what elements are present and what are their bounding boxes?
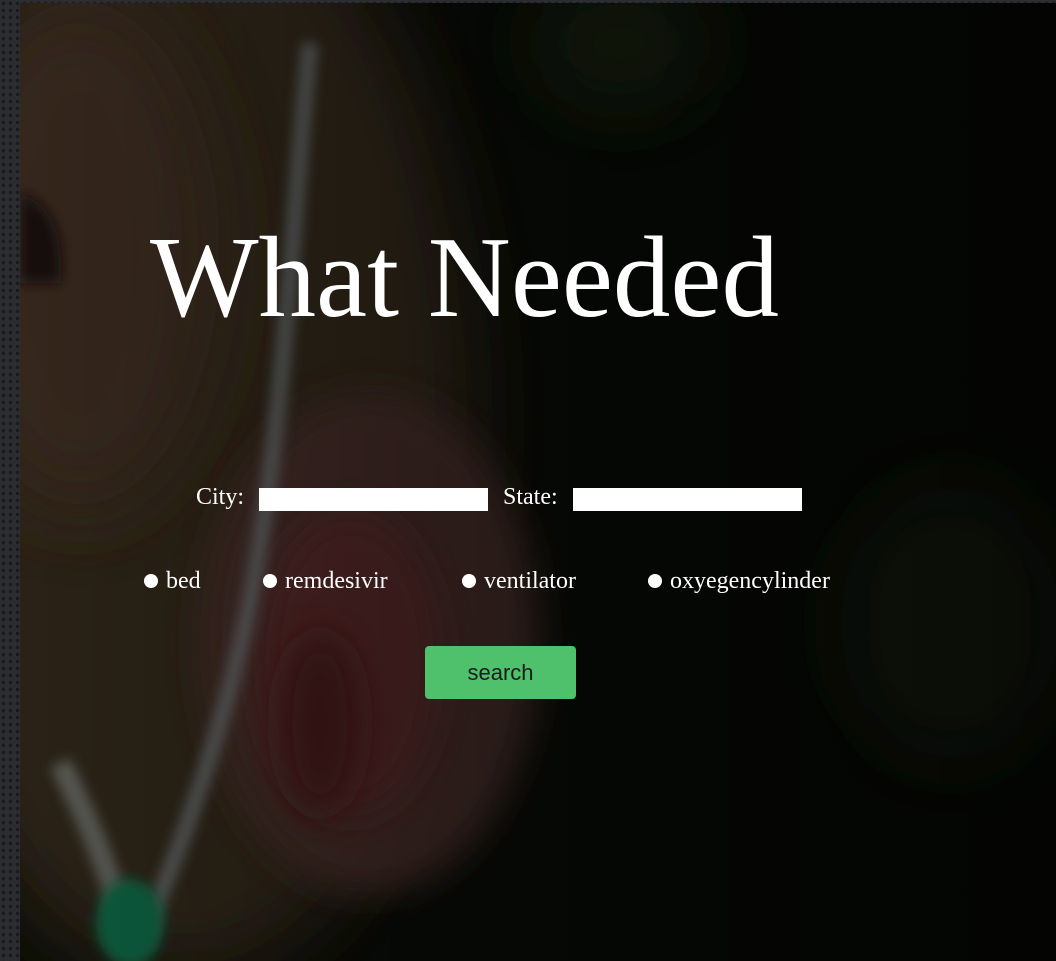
radio-button[interactable] <box>263 574 277 588</box>
radio-button[interactable] <box>462 574 476 588</box>
radio-button[interactable] <box>144 574 158 588</box>
state-label: State: <box>503 484 558 510</box>
resource-options: bed remdesivir ventilator oxyegencylinde… <box>20 566 1056 596</box>
option-label: ventilator <box>484 567 576 594</box>
hero-panel: What Needed City: State: bed remdesivir … <box>20 3 1056 961</box>
search-button[interactable]: search <box>425 646 576 699</box>
radio-button[interactable] <box>648 574 662 588</box>
city-label: City: <box>196 484 245 510</box>
location-form: City: State: <box>20 482 1056 522</box>
state-input[interactable] <box>573 488 802 511</box>
option-bed[interactable]: bed <box>144 566 201 596</box>
option-oxyegencylinder[interactable]: oxyegencylinder <box>648 566 830 596</box>
option-remdesivir[interactable]: remdesivir <box>263 566 388 596</box>
option-label: bed <box>166 567 201 594</box>
option-label: remdesivir <box>285 567 388 594</box>
option-label: oxyegencylinder <box>670 567 830 594</box>
page-frame: What Needed City: State: bed remdesivir … <box>0 0 1056 961</box>
city-input[interactable] <box>259 488 488 511</box>
page-title: What Needed <box>150 214 779 341</box>
option-ventilator[interactable]: ventilator <box>462 566 576 596</box>
